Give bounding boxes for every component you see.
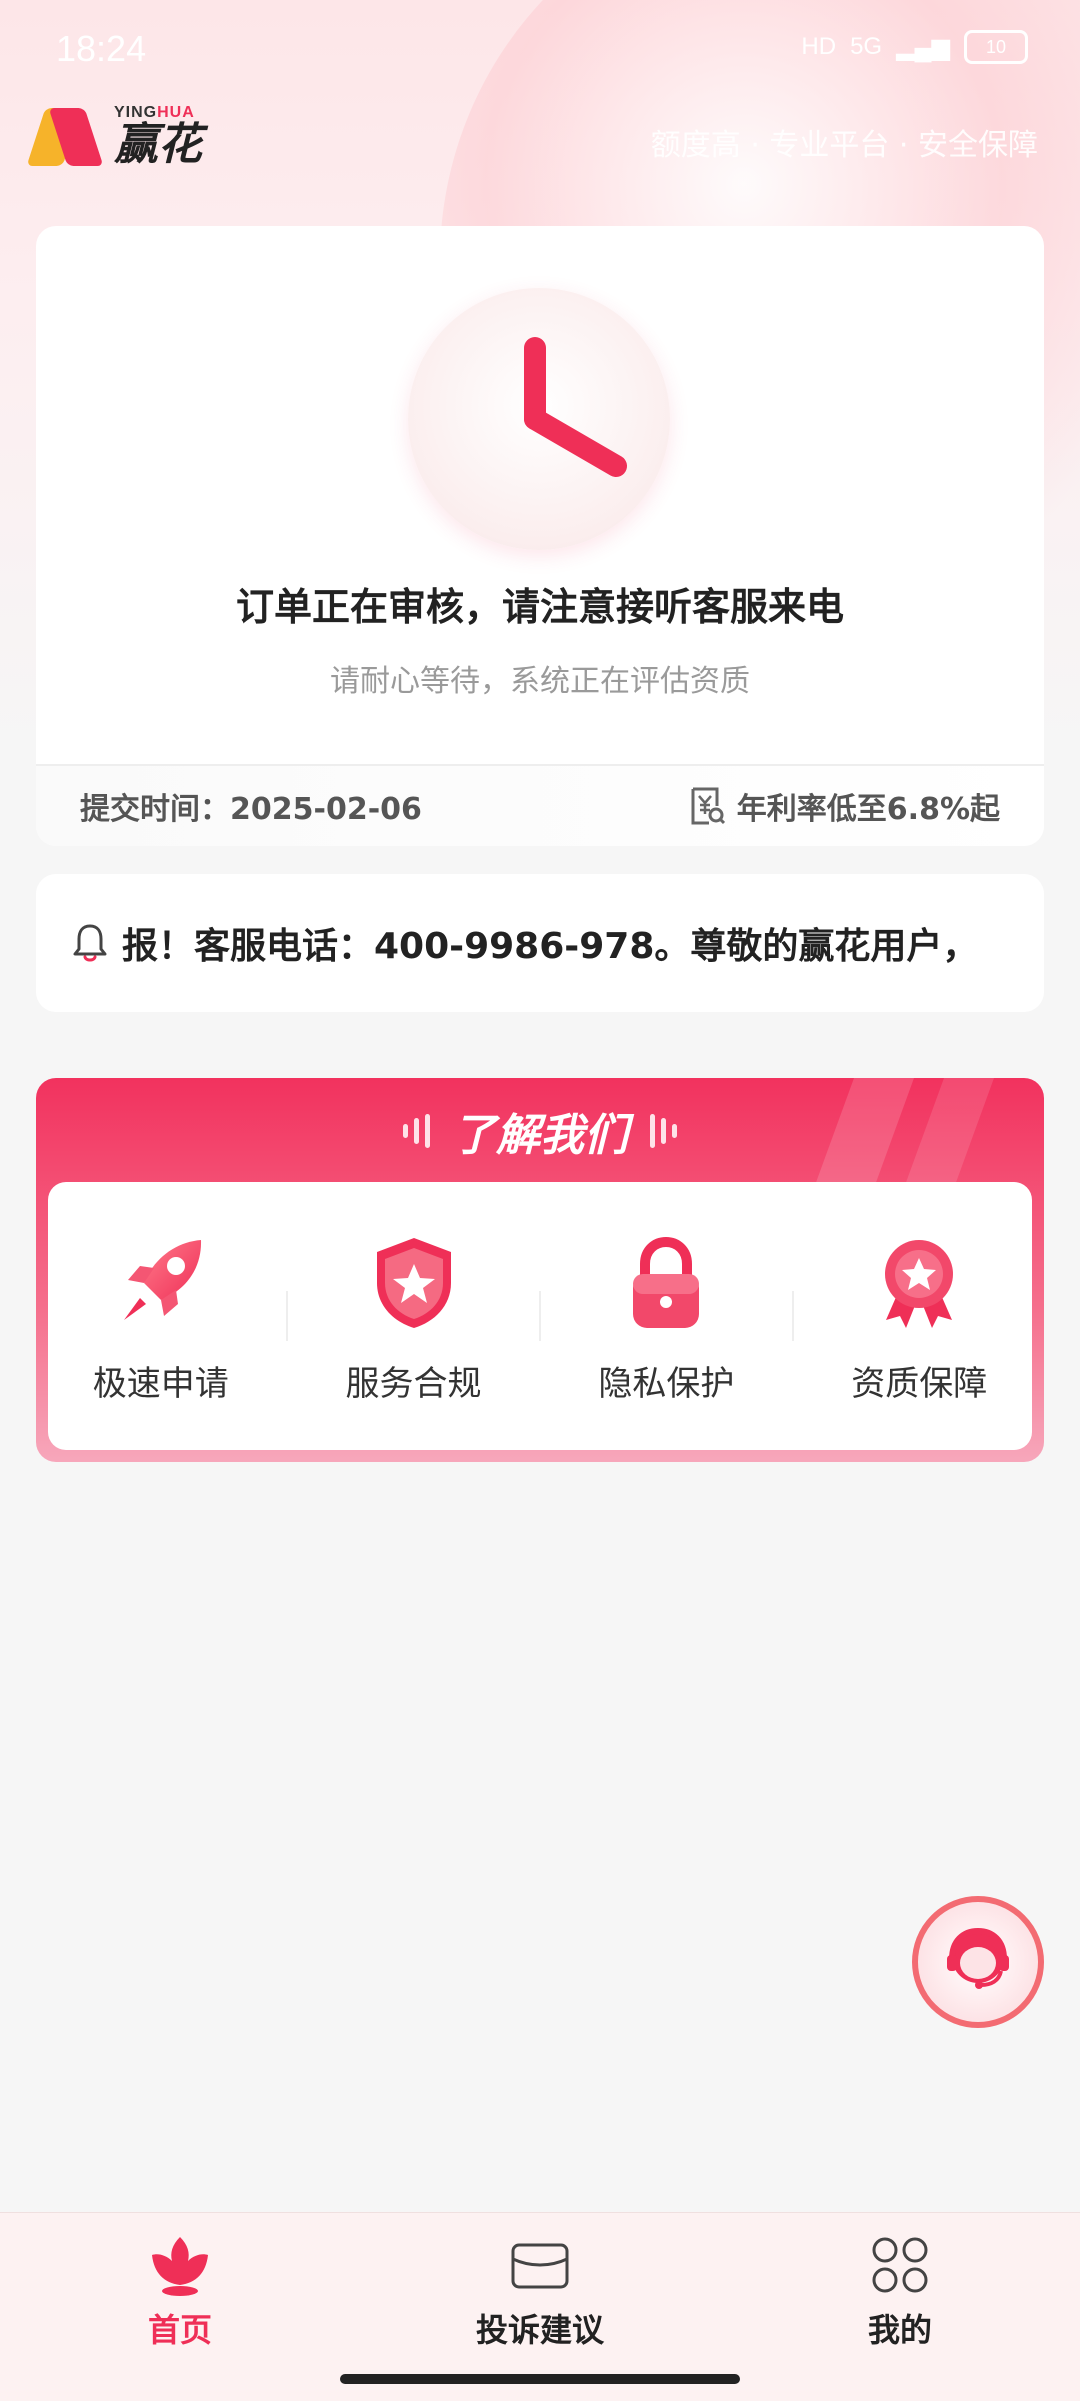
about-us-section: 了解我们 极速申请 服务合规 隐私保护 资质保障: [36, 1078, 1044, 1462]
tab-mine[interactable]: 我的: [800, 2233, 1000, 2351]
tab-label: 投诉建议: [475, 2311, 604, 2349]
logo-mark-icon: [26, 104, 106, 168]
feature-privacy[interactable]: 隐私保护: [566, 1228, 766, 1405]
bell-icon: [73, 924, 107, 962]
order-status-subtitle: 请耐心等待，系统正在评估资质: [330, 664, 750, 699]
about-us-title: 了解我们: [452, 1110, 628, 1161]
order-status-card: 订单正在审核，请注意接听客服来电 请耐心等待，系统正在评估资质 提交时间：202…: [36, 226, 1044, 846]
grid-clover-icon: [872, 2237, 928, 2293]
clock-icon: [408, 288, 670, 550]
rate-info: 年利率低至6.8%起: [689, 784, 1000, 828]
hd-label: HD: [801, 33, 837, 60]
home-indicator[interactable]: [340, 2374, 740, 2384]
brand-name-cn: 赢花: [114, 119, 202, 170]
shield-star-icon: [376, 1237, 451, 1328]
feature-label: 隐私保护: [598, 1363, 735, 1404]
tab-label: 我的: [867, 2311, 932, 2349]
about-us-header: 了解我们: [36, 1078, 1044, 1184]
decor-bars-left-icon: [403, 1114, 430, 1148]
feature-label: 服务合规: [345, 1363, 482, 1404]
submit-time: 提交时间：2025-02-06: [80, 792, 422, 827]
battery-icon: 10: [964, 30, 1028, 64]
network-label: 5G: [850, 33, 883, 60]
status-bar: 18:24 HD 5G ▂▄▆ 10: [0, 0, 1080, 100]
home-flower-icon: [152, 2237, 208, 2296]
feature-fast-apply[interactable]: 极速申请: [61, 1228, 261, 1405]
status-time: 18:24: [56, 28, 147, 69]
battery-level: 10: [985, 36, 1007, 57]
feature-compliance[interactable]: 服务合规: [314, 1228, 514, 1405]
order-info-footer: 提交时间：2025-02-06 年利率低至6.8%起: [36, 764, 1044, 846]
tab-complaints[interactable]: 投诉建议: [440, 2233, 640, 2351]
feature-label: 极速申请: [92, 1363, 229, 1404]
tab-label: 首页: [147, 2311, 212, 2349]
mail-icon: [511, 2243, 569, 2289]
tab-home[interactable]: 首页: [80, 2233, 280, 2351]
notice-bar[interactable]: 报！客服电话：400-9986-978。尊敬的赢花用户，: [36, 874, 1044, 1012]
lock-icon: [633, 1236, 700, 1328]
divider: [286, 1291, 289, 1341]
rate-text: 年利率低至6.8%起: [736, 792, 1000, 827]
yuan-receipt-icon: [691, 787, 725, 825]
medal-icon: [885, 1239, 954, 1328]
decor-bars-right-icon: [650, 1114, 677, 1148]
headset-agent-icon: [947, 1927, 1009, 1989]
feature-label: 资质保障: [851, 1363, 988, 1404]
order-status-title: 订单正在审核，请注意接听客服来电: [235, 585, 844, 629]
bottom-tab-bar: 首页 投诉建议 我的: [0, 2212, 1080, 2401]
divider: [791, 1291, 794, 1341]
features-panel: 极速申请 服务合规 隐私保护 资质保障: [48, 1182, 1032, 1450]
slogan: 额度高 · 专业平台 · 安全保障: [650, 128, 1038, 163]
rocket-icon: [123, 1239, 201, 1320]
status-icons: HD 5G ▂▄▆ 10: [801, 30, 1028, 64]
signal-icon: ▂▄▆: [896, 33, 950, 61]
customer-service-button[interactable]: [912, 1896, 1044, 2028]
notice-text: 报！客服电话：400-9986-978。尊敬的赢花用户，: [122, 926, 979, 967]
feature-qualification[interactable]: 资质保障: [819, 1228, 1019, 1405]
brand-logo: YINGHUA 赢花: [26, 104, 202, 170]
divider: [538, 1291, 541, 1341]
